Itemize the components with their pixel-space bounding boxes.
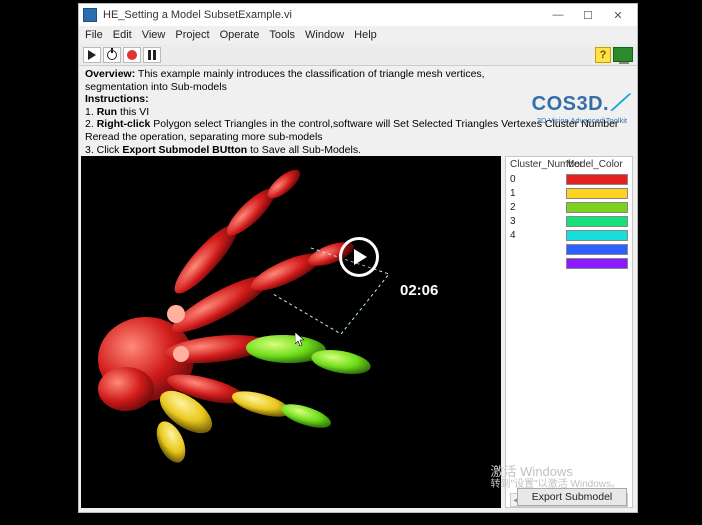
toolbar: ?	[79, 44, 637, 66]
menu-edit[interactable]: Edit	[113, 29, 132, 41]
main-area: Cluster_Number Model_Color 01234 ◄ ►	[79, 156, 637, 512]
run-continuous-button[interactable]	[103, 47, 121, 63]
cluster-table[interactable]: 0 1 2 3 4	[506, 172, 632, 270]
window-title: HE_Setting a Model SubsetExample.vi	[103, 9, 543, 21]
window-buttons: — ☐ ✕	[543, 6, 633, 24]
color-swatch[interactable]	[566, 216, 628, 227]
export-submodel-button[interactable]: Export Submodel	[517, 488, 627, 506]
video-play-button[interactable]	[339, 237, 379, 277]
instr-2-bold: Right-click	[97, 118, 151, 130]
instr-1-prefix: 1.	[85, 106, 97, 118]
brand-title-text: COS3D.	[532, 93, 609, 115]
color-swatch[interactable]	[566, 188, 628, 199]
app-window: HE_Setting a Model SubsetExample.vi — ☐ …	[78, 3, 638, 513]
menu-project[interactable]: Project	[175, 29, 209, 41]
brand-swoosh-icon: ⟋	[611, 90, 627, 115]
cluster-panel: Cluster_Number Model_Color 01234 ◄ ►	[505, 156, 633, 508]
brand-logo: COS3D.⟋ 3D Vision Advanced Toolkit	[532, 90, 627, 125]
close-button[interactable]: ✕	[603, 6, 633, 24]
3d-viewport[interactable]	[81, 156, 501, 508]
menubar: File Edit View Project Operate Tools Win…	[79, 26, 637, 44]
app-icon	[83, 8, 97, 22]
table-row[interactable]: 0	[510, 172, 628, 186]
color-swatch[interactable]	[566, 202, 628, 213]
color-swatch[interactable]	[566, 230, 628, 241]
cluster-number-cell: 3	[510, 216, 566, 227]
col-model-color: Model_Color	[566, 159, 628, 170]
panel-header: Cluster_Number Model_Color	[506, 157, 632, 172]
menu-file[interactable]: File	[85, 29, 103, 41]
context-help-button[interactable]: ?	[595, 47, 611, 63]
cluster-number-cell: 4	[510, 230, 566, 241]
color-swatch[interactable]	[566, 244, 628, 255]
instr-3-prefix: 3. Click	[85, 144, 122, 156]
video-timecode: 02:06	[400, 282, 438, 299]
instr-3-bold: Export Submodel BUtton	[122, 144, 247, 156]
minimize-button[interactable]: —	[543, 6, 573, 24]
instr-2-prefix: 2.	[85, 118, 97, 130]
play-icon	[354, 249, 367, 265]
titlebar: HE_Setting a Model SubsetExample.vi — ☐ …	[79, 4, 637, 26]
table-row[interactable]: 3	[510, 214, 628, 228]
menu-window[interactable]: Window	[305, 29, 344, 41]
instr-1-bold: Run	[97, 106, 117, 118]
col-cluster-number: Cluster_Number	[510, 159, 566, 170]
overview-text-1: This example mainly introduces the class…	[135, 68, 484, 80]
maximize-button[interactable]: ☐	[573, 6, 603, 24]
abort-button[interactable]	[123, 47, 141, 63]
menu-help[interactable]: Help	[354, 29, 377, 41]
instr-1-suffix: this VI	[117, 106, 149, 118]
cluster-number-cell: 1	[510, 188, 566, 199]
cluster-number-cell: 0	[510, 174, 566, 185]
table-row[interactable]: 2	[510, 200, 628, 214]
cluster-number-cell: 2	[510, 202, 566, 213]
table-row[interactable]	[510, 256, 628, 270]
menu-tools[interactable]: Tools	[269, 29, 295, 41]
pause-button[interactable]	[143, 47, 161, 63]
table-row[interactable]: 4	[510, 228, 628, 242]
overview-label: Overview:	[85, 68, 135, 80]
brand-subtitle: 3D Vision Advanced Toolkit	[532, 116, 627, 125]
instr-2-line2: Reread the operation, separating more su…	[85, 131, 631, 144]
instr-3-suffix: to Save all Sub-Models.	[247, 144, 361, 156]
color-swatch[interactable]	[566, 258, 628, 269]
color-swatch[interactable]	[566, 174, 628, 185]
table-row[interactable]: 1	[510, 186, 628, 200]
menu-operate[interactable]: Operate	[220, 29, 260, 41]
menu-view[interactable]: View	[142, 29, 166, 41]
vi-icon	[613, 47, 633, 62]
run-button[interactable]	[83, 47, 101, 63]
hand-model	[86, 164, 416, 494]
table-row[interactable]	[510, 242, 628, 256]
